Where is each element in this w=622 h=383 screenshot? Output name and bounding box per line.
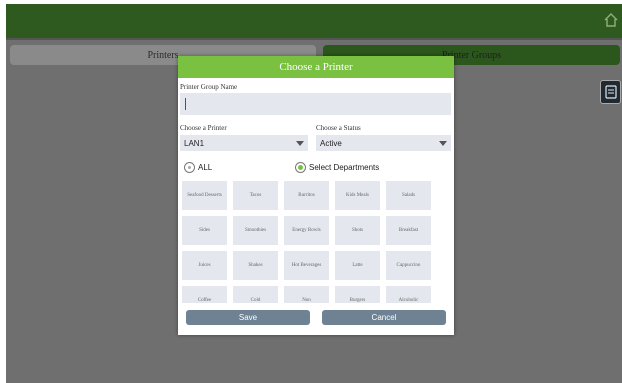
department-grid[interactable]: Seafood Desserts Tacos Burritos Kids Meals S… — [180, 181, 452, 303]
department-tile[interactable]: Breakfast — [386, 216, 431, 245]
radio-all-label: ALL — [198, 162, 213, 172]
radio-all-icon[interactable] — [184, 161, 195, 173]
printer-label: Choose a Printer — [180, 124, 227, 132]
status-select-value: Active — [320, 138, 342, 148]
group-name-input[interactable] — [180, 93, 451, 115]
radio-all[interactable]: ALL — [184, 160, 212, 174]
printer-select[interactable]: LAN1 — [180, 135, 308, 151]
department-tile[interactable]: Coffee — [182, 286, 227, 303]
department-tile[interactable]: Non — [284, 286, 329, 303]
department-tile[interactable]: Burritos — [284, 181, 329, 210]
department-tile[interactable]: Hot Beverages — [284, 251, 329, 280]
department-tile[interactable]: Cold — [233, 286, 278, 303]
dropdown-arrow-icon — [296, 141, 304, 146]
document-icon[interactable] — [600, 80, 621, 104]
department-tile[interactable]: Smoothies — [233, 216, 278, 245]
department-tile[interactable]: Cappuccino — [386, 251, 431, 280]
radio-select-departments-label: Select Departments — [309, 162, 380, 172]
department-tile[interactable]: Burgers — [335, 286, 380, 303]
department-tile[interactable]: Tacos — [233, 181, 278, 210]
home-icon[interactable] — [602, 11, 620, 29]
radio-select-departments[interactable]: Select Departments — [295, 160, 379, 174]
department-tile[interactable]: Energy Bowls — [284, 216, 329, 245]
department-tile[interactable]: Shakes — [233, 251, 278, 280]
dropdown-arrow-icon — [439, 141, 447, 146]
text-cursor — [185, 98, 186, 110]
top-bar — [6, 4, 622, 40]
department-tile[interactable]: Sides — [182, 216, 227, 245]
department-tile[interactable]: Salads — [386, 181, 431, 210]
printer-select-value: LAN1 — [184, 138, 205, 148]
group-name-label: Printer Group Name — [180, 83, 238, 91]
cancel-button[interactable]: Cancel — [322, 310, 446, 325]
dialog-title: Choose a Printer — [178, 56, 454, 78]
status-select[interactable]: Active — [316, 135, 451, 151]
status-label: Choose a Status — [316, 124, 361, 132]
department-tile[interactable]: Shots — [335, 216, 380, 245]
choose-printer-dialog: Choose a Printer Printer Group Name Choo… — [178, 56, 454, 335]
department-tile[interactable]: Juices — [182, 251, 227, 280]
department-tile[interactable]: Seafood Desserts — [182, 181, 227, 210]
radio-select-departments-icon[interactable] — [295, 161, 306, 173]
department-tile[interactable]: Latte — [335, 251, 380, 280]
department-tile[interactable]: Kids Meals — [335, 181, 380, 210]
department-tile[interactable]: Alcoholic — [386, 286, 431, 303]
save-button[interactable]: Save — [186, 310, 310, 325]
